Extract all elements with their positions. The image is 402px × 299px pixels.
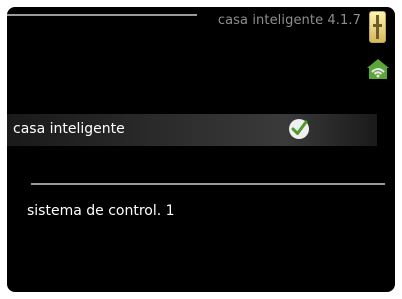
- menu-item-label: casa inteligente: [13, 121, 125, 137]
- menu-item-casa-inteligente[interactable]: casa inteligente: [7, 114, 377, 146]
- display-screen: casa inteligente 4.1.7 casa inteligente …: [7, 7, 395, 292]
- thermometer-icon: [369, 11, 386, 43]
- menu-item-sistema-de-control[interactable]: sistema de control. 1: [27, 203, 175, 219]
- checkmark-icon[interactable]: [289, 119, 309, 139]
- menu-divider: [31, 183, 385, 185]
- page-title: casa inteligente 4.1.7: [217, 13, 361, 28]
- home-wifi-icon: [366, 58, 390, 80]
- header-line: [7, 14, 197, 16]
